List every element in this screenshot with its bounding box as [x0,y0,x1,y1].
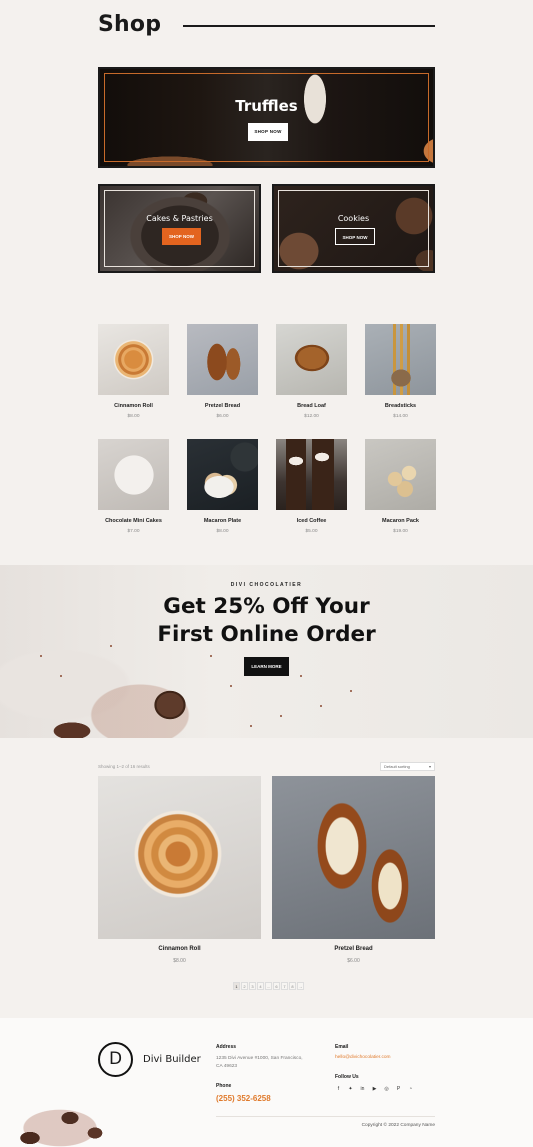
truffles-banner-title: Truffles [235,97,298,115]
banner-frame [104,73,429,162]
product-name[interactable]: Macaron Plate [187,518,258,524]
pretzel-bread-image[interactable] [187,324,258,395]
iced-coffee-image[interactable] [276,439,347,510]
product-price: $6.00 [216,414,229,419]
product-card[interactable]: Macaron Plate $8.00 [187,439,258,534]
product-price: $6.00 [347,958,360,964]
social-links: f ✦ in ▶ ◎ P ◔ [336,1086,413,1092]
product-card[interactable]: Breadsticks $14.00 [365,324,436,419]
product-name[interactable]: Chocolate Mini Cakes [98,518,169,524]
bread-loaf-image[interactable] [276,324,347,395]
cakes-banner[interactable]: Cakes & Pastries SHOP NOW [98,184,261,273]
page-link[interactable]: 7 [281,982,288,990]
cookies-shop-now-button[interactable]: SHOP NOW [335,228,375,245]
product-card[interactable]: Pretzel Bread $6.00 [187,324,258,419]
address-line1: 1235 Divi Avenue #1000, San Francisco, [216,1056,303,1061]
promo-headline-line2: First Online Order [157,622,376,647]
product-price: $14.00 [393,414,408,419]
promo-kicker: DIVI CHOCOLATIER [230,582,303,588]
page-link-current[interactable]: 1 [233,982,240,990]
page-title: Shop [98,12,162,37]
page-link[interactable]: 8 [289,982,296,990]
product-card[interactable]: Cinnamon Roll $8.00 [98,324,169,419]
product-card[interactable]: Macaron Pack $19.00 [365,439,436,534]
product-price: $12.00 [304,414,319,419]
product-name[interactable]: Pretzel Bread [187,403,258,409]
macaron-pack-image[interactable] [365,439,436,510]
shop-header: Shop [98,10,435,42]
brand-name: Divi Builder [143,1054,201,1065]
youtube-icon[interactable]: ▶ [372,1086,377,1092]
product-name[interactable]: Pretzel Bread [272,946,435,952]
shop-product-card[interactable]: Pretzel Bread $6.00 [272,776,435,964]
product-price: $7.00 [127,529,140,534]
cakes-banner-title: Cakes & Pastries [146,214,213,223]
product-card[interactable]: Iced Coffee $5.00 [276,439,347,534]
sort-dropdown[interactable]: Default sorting ▾ [380,762,435,771]
truffles-banner[interactable]: Truffles SHOP NOW [98,67,435,168]
product-name[interactable]: Cinnamon Roll [98,403,169,409]
page-link[interactable]: 4 [257,982,264,990]
breadsticks-image[interactable] [365,324,436,395]
product-price: $5.00 [305,529,318,534]
product-card[interactable]: Chocolate Mini Cakes $7.00 [98,439,169,534]
page-link[interactable]: 6 [273,982,280,990]
page-link[interactable]: 2 [241,982,248,990]
address-heading: Address [216,1044,237,1050]
pagination: 1 2 3 4 … 6 7 8 → [233,982,304,990]
chocolate-mini-cakes-image[interactable] [98,439,169,510]
cookies-banner[interactable]: Cookies SHOP NOW [272,184,435,273]
footer: D Divi Builder Address 1235 Divi Avenue … [0,1018,533,1147]
pretzel-bread-image[interactable] [272,776,435,939]
product-name[interactable]: Breadsticks [365,403,436,409]
phone-link[interactable]: (255) 352-6258 [216,1094,271,1103]
cinnamon-roll-image[interactable] [98,324,169,395]
promo-section: DIVI CHOCOLATIER Get 25% Off Your First … [0,565,533,738]
linkedin-icon[interactable]: in [360,1086,365,1092]
product-price: $8.00 [127,414,140,419]
product-price: $8.00 [173,958,186,964]
product-name[interactable]: Bread Loaf [276,403,347,409]
page-ellipsis: … [265,982,272,990]
learn-more-button[interactable]: LEARN MORE [244,657,289,676]
footer-divider [216,1116,435,1117]
title-divider [183,25,435,27]
address-line2: CA 49623 [216,1064,238,1069]
brand-logo[interactable]: D [98,1042,133,1077]
product-price: $8.00 [216,529,229,534]
promo-headline: Get 25% Off Your First Online Order [0,593,533,649]
macaron-plate-image[interactable] [187,439,258,510]
email-heading: Email [335,1044,349,1050]
email-link[interactable]: hello@divichocolatier.com [335,1055,391,1060]
product-name[interactable]: Macaron Pack [365,518,436,524]
sort-selected: Default sorting [384,764,410,769]
phone-heading: Phone [216,1083,232,1089]
cinnamon-roll-image[interactable] [98,776,261,939]
page-link[interactable]: 3 [249,982,256,990]
cookies-banner-title: Cookies [337,214,370,223]
chevron-down-icon: ▾ [428,764,431,769]
product-card[interactable]: Bread Loaf $12.00 [276,324,347,419]
product-price: $19.00 [393,529,408,534]
truffles-shop-now-button[interactable]: SHOP NOW [248,123,288,141]
pinterest-icon[interactable]: P [396,1086,401,1092]
follow-heading: Follow Us [335,1074,359,1080]
instagram-icon[interactable]: ◎ [384,1086,389,1092]
result-count: Showing 1–2 of 16 results [98,764,150,769]
promo-headline-line1: Get 25% Off Your [163,594,370,619]
rss-icon[interactable]: ◔ [408,1086,413,1092]
copyright: Copyright © 2022 Company Name [361,1123,435,1128]
next-page-arrow-icon[interactable]: → [297,982,304,990]
cakes-shop-now-button[interactable]: SHOP NOW [162,228,201,245]
product-name[interactable]: Cinnamon Roll [98,946,261,952]
facebook-icon[interactable]: f [336,1086,341,1092]
product-name[interactable]: Iced Coffee [276,518,347,524]
shop-product-card[interactable]: Cinnamon Roll $8.00 [98,776,261,964]
twitter-icon[interactable]: ✦ [348,1086,353,1092]
